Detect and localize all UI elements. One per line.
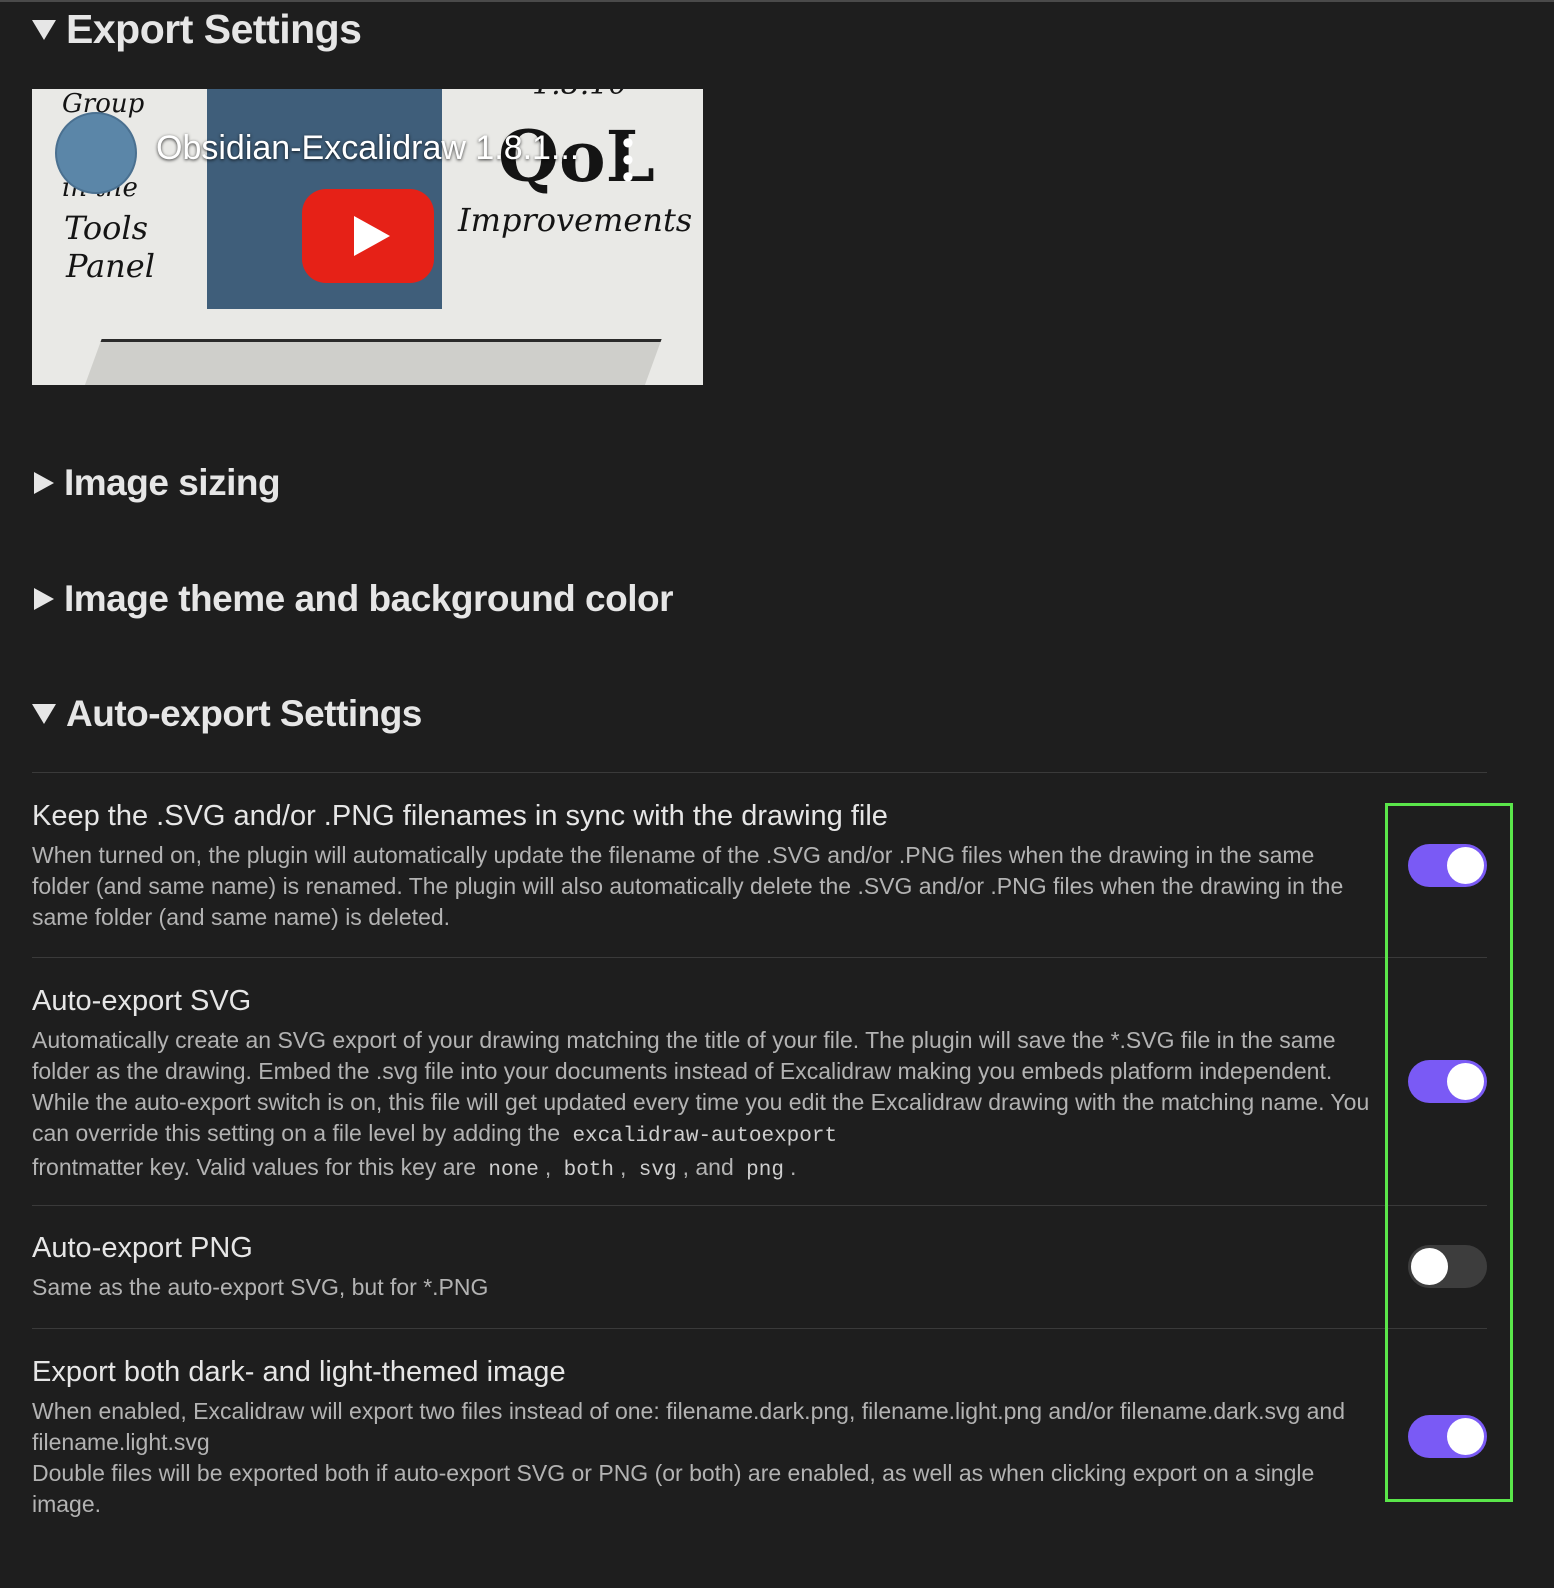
thumb-text-improvements: Improvements xyxy=(458,201,693,239)
auto-export-svg-toggle[interactable] xyxy=(1408,1060,1487,1103)
collapse-triangle-icon xyxy=(32,19,56,40)
section-export-settings[interactable]: Export Settings xyxy=(32,6,362,53)
thumb-text-tools: Tools xyxy=(64,209,149,247)
desc-line-1: When enabled, Excalidraw will export two… xyxy=(32,1398,1346,1455)
auto-export-png-toggle[interactable] xyxy=(1408,1245,1487,1288)
divider xyxy=(32,772,1487,773)
setting-auto-export-svg: Auto-export SVG Automatically create an … xyxy=(32,983,1372,1186)
collapse-triangle-icon xyxy=(32,704,56,724)
setting-description: When turned on, the plugin will automati… xyxy=(32,842,1344,930)
more-options-icon[interactable]: • • • xyxy=(622,126,634,194)
setting-name: Export both dark- and light-themed image xyxy=(32,1356,566,1388)
code-frontmatter-key: excalidraw-autoexport xyxy=(572,1125,838,1148)
setting-name: Auto-export SVG xyxy=(32,985,252,1017)
separator: , xyxy=(620,1154,627,1180)
desc-text: frontmatter key. Valid values for this k… xyxy=(32,1154,476,1180)
setting-description: Same as the auto-export SVG, but for *.P… xyxy=(32,1274,489,1300)
divider xyxy=(32,1328,1487,1329)
toggle-knob xyxy=(1447,1418,1484,1455)
export-dark-light-toggle[interactable] xyxy=(1408,1415,1487,1458)
setting-auto-export-png: Auto-export PNG Same as the auto-export … xyxy=(32,1230,1372,1303)
setting-keep-filenames-in-sync: Keep the .SVG and/or .PNG filenames in s… xyxy=(32,798,1372,933)
thumbnail-desk xyxy=(82,339,662,385)
toggles-highlight-box xyxy=(1385,803,1513,1502)
setting-name: Keep the .SVG and/or .PNG filenames in s… xyxy=(32,800,888,832)
desc-line-2: Double files will be exported both if au… xyxy=(32,1460,1315,1517)
section-auto-export-settings[interactable]: Auto-export Settings xyxy=(32,693,422,735)
toggle-knob xyxy=(1447,1063,1484,1100)
expand-triangle-icon xyxy=(34,472,54,494)
keep-filenames-sync-toggle[interactable] xyxy=(1408,844,1487,887)
video-title[interactable]: Obsidian-Excalidraw 1.8.1... xyxy=(156,129,579,168)
code-both: both xyxy=(563,1159,615,1182)
section-title: Image sizing xyxy=(64,462,281,503)
section-title: Image theme and background color xyxy=(64,578,674,619)
section-title: Export Settings xyxy=(66,6,362,52)
setting-name: Auto-export PNG xyxy=(32,1232,253,1264)
toggle-knob xyxy=(1411,1248,1448,1285)
section-image-theme[interactable]: Image theme and background color xyxy=(32,578,674,620)
section-image-sizing[interactable]: Image sizing xyxy=(32,462,281,504)
setting-description: Automatically create an SVG export of yo… xyxy=(32,1025,1372,1186)
expand-triangle-icon xyxy=(34,588,54,610)
play-button-icon[interactable] xyxy=(302,189,434,283)
separator: , and xyxy=(682,1154,734,1180)
code-svg: svg xyxy=(638,1159,677,1182)
thumb-text-panel: Panel xyxy=(66,247,155,285)
separator: , xyxy=(544,1154,552,1180)
code-png: png xyxy=(746,1159,784,1182)
toggle-knob xyxy=(1447,847,1484,884)
code-none: none xyxy=(488,1159,539,1182)
youtube-video-embed[interactable]: Group in the Tools Panel 1.8.10 QoL Impr… xyxy=(32,89,703,385)
setting-export-dark-light: Export both dark- and light-themed image… xyxy=(32,1354,1372,1520)
thumb-text-version: 1.8.10 xyxy=(532,89,627,102)
channel-avatar[interactable] xyxy=(55,112,137,194)
top-border xyxy=(0,0,1554,2)
setting-description: When enabled, Excalidraw will export two… xyxy=(32,1396,1372,1520)
divider xyxy=(32,1205,1487,1206)
section-title: Auto-export Settings xyxy=(66,693,422,734)
divider xyxy=(32,957,1487,958)
period: . xyxy=(789,1154,797,1180)
